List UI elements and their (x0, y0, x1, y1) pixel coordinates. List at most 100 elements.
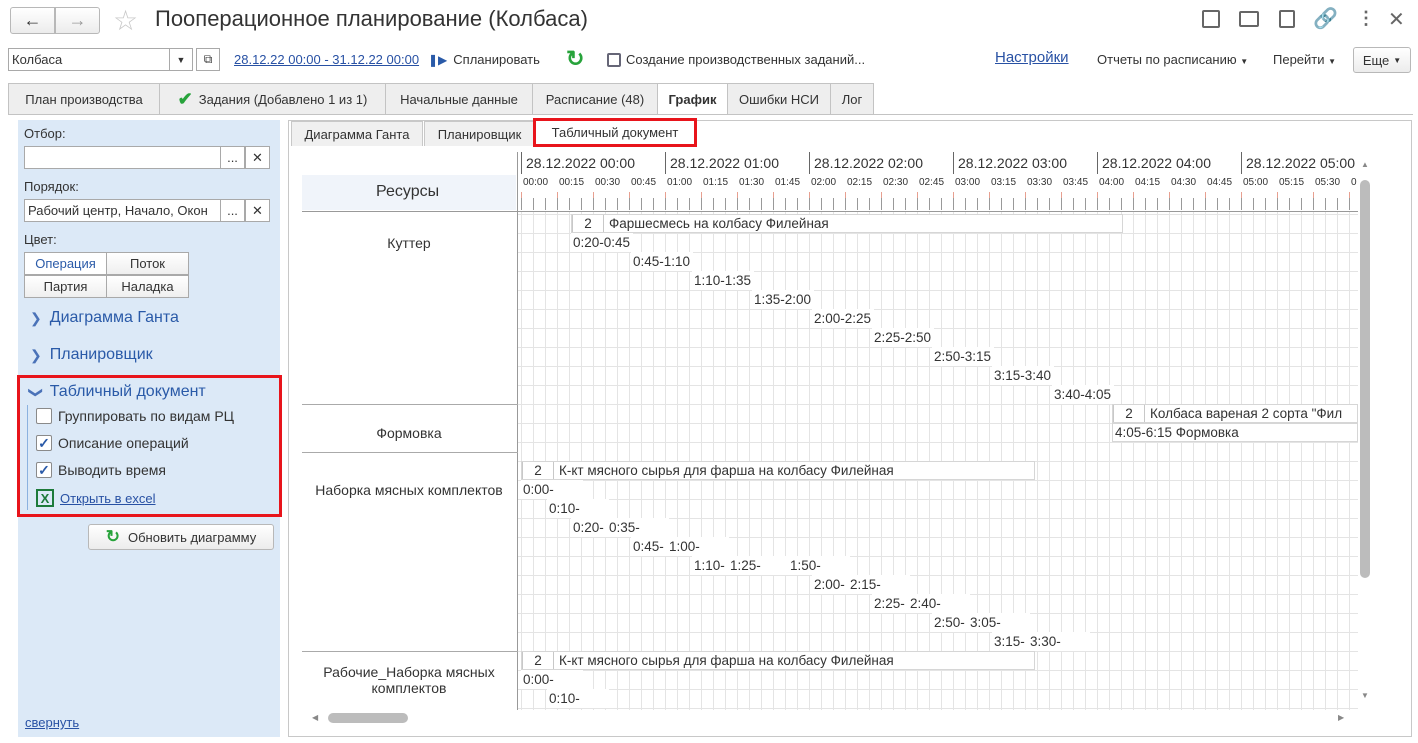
product-open-button[interactable]: ⧉ (196, 48, 220, 71)
open-window-icon: ⧉ (203, 52, 213, 66)
product-field[interactable]: Колбаса (8, 48, 170, 71)
gantt-bar: 2:40- (908, 594, 970, 613)
tick-label: 02:30 (883, 177, 909, 188)
group-gantt[interactable]: ❯ Диаграмма Ганта (30, 309, 179, 327)
scroll-right-icon[interactable]: ▶ (1338, 713, 1344, 722)
more-vertical-icon[interactable]: ⋮ (1357, 8, 1375, 29)
bar-label: 3:30- (1030, 634, 1061, 649)
describe-operations-label: Описание операций (58, 435, 189, 451)
minor-tick (689, 198, 690, 210)
describe-operations-checkbox[interactable]: ✓ (36, 435, 52, 451)
minor-tick (1097, 198, 1098, 210)
gantt-bar: 1:35-2:00 ( (752, 290, 814, 309)
scroll-left-icon[interactable]: ◀ (312, 713, 318, 722)
color-label: Цвет: (24, 232, 57, 247)
bar-label: 1:00- (669, 539, 700, 554)
group-planner[interactable]: ❯ Планировщик (30, 346, 153, 364)
refresh-icon[interactable]: ↻ (566, 46, 584, 72)
favorite-star-icon[interactable]: ☆ (113, 4, 138, 37)
print-icon[interactable] (1239, 11, 1259, 27)
bar-label: 3:40-4:05 ( (1054, 387, 1114, 402)
gantt-bar: 3:40-4:05 ( (1052, 385, 1114, 404)
minor-tick (881, 198, 882, 210)
tab-log[interactable]: Лог (830, 83, 874, 114)
close-window-icon[interactable]: ✕ (1388, 7, 1405, 32)
minor-tick (821, 198, 822, 210)
bar-label: 0:00- (523, 482, 554, 497)
subtab-table-document[interactable]: Табличный документ (533, 118, 697, 147)
tick-label: 00:00 (523, 177, 549, 188)
tab-chart[interactable]: График (657, 83, 728, 115)
horizontal-scrollbar[interactable] (328, 713, 408, 723)
bar-label: К-кт мясного сырья для фарша на колбасу … (559, 463, 894, 478)
tick-label: 03:30 (1027, 177, 1053, 188)
tick-label: 04:00 (1099, 177, 1125, 188)
minor-tick (581, 198, 582, 210)
resource-name: Наборка мясных комплектов (315, 482, 503, 498)
reports-dropdown[interactable]: Отчеты по расписанию ▼ (1097, 52, 1248, 67)
link-icon[interactable]: 🔗 (1313, 6, 1338, 31)
bar-label: 1:10-1:35 ( (694, 273, 754, 288)
order-select-button[interactable]: ... (220, 199, 245, 222)
back-button[interactable]: ← (10, 7, 55, 34)
minor-tick (905, 198, 906, 210)
minor-tick (869, 198, 870, 210)
save-icon (607, 52, 621, 67)
open-excel-link[interactable]: Открыть в excel (60, 491, 156, 506)
minor-tick (1025, 198, 1026, 210)
plan-button[interactable]: ❚▶ Спланировать (428, 52, 540, 67)
subtab-planner[interactable]: Планировщик (424, 121, 535, 146)
bar-label: 3:15- (994, 634, 1025, 649)
more-button[interactable]: Еще ▼ (1353, 47, 1411, 73)
filter-select-button[interactable]: ... (220, 146, 245, 169)
tick-label: 05:30 (1315, 177, 1341, 188)
group-table-document[interactable]: ❯ Табличный документ (28, 383, 205, 401)
color-option-batch[interactable]: Партия (24, 275, 107, 298)
order-input[interactable]: Рабочий центр, Начало, Окон (24, 199, 221, 222)
chevron-right-icon: ❯ (30, 346, 42, 363)
tab-tasks[interactable]: ✔ Задания (Добавлено 1 из 1) (159, 83, 386, 114)
scroll-down-icon[interactable]: ▼ (1361, 691, 1369, 700)
show-time-checkbox[interactable]: ✓ (36, 462, 52, 478)
preview-icon[interactable] (1279, 10, 1295, 28)
bar-label: Колбаса вареная 2 сорта "Фил (1150, 406, 1343, 421)
refresh-diagram-button[interactable]: ↻ Обновить диаграмму (88, 524, 274, 550)
filter-input[interactable] (24, 146, 221, 169)
bar-label: 2:00- (814, 577, 845, 592)
bar-quantity: 2 (1113, 405, 1145, 422)
minor-tick (1061, 198, 1062, 210)
collapse-link[interactable]: свернуть (25, 715, 79, 730)
tab-schedule[interactable]: Расписание (48) (532, 83, 658, 114)
filter-clear-button[interactable]: ✕ (245, 146, 270, 169)
checkmark-icon: ✓ (38, 461, 50, 478)
order-clear-button[interactable]: ✕ (245, 199, 270, 222)
scroll-up-icon[interactable]: ▲ (1361, 160, 1369, 169)
tab-initial-data[interactable]: Начальные данные (385, 83, 533, 114)
color-option-setup[interactable]: Наладка (106, 275, 189, 298)
bar-label: 2:40- (910, 596, 941, 611)
group-by-wc-checkbox[interactable] (36, 408, 52, 424)
period-link[interactable]: 28.12.22 00:00 - 31.12.22 00:00 (234, 52, 419, 67)
minor-tick (665, 198, 666, 210)
tick-label: 01:00 (667, 177, 693, 188)
tab-nsi-errors[interactable]: Ошибки НСИ (727, 83, 831, 114)
order-label: Порядок: (24, 179, 79, 194)
minor-tick (701, 198, 702, 210)
bar-label: 0:10- (549, 501, 580, 516)
tab-production-plan[interactable]: План производства (8, 83, 160, 114)
create-tasks-button[interactable]: Создание производственных заданий... (607, 52, 865, 67)
bar-label: 0:20- (573, 520, 604, 535)
goto-dropdown[interactable]: Перейти ▼ (1273, 52, 1336, 67)
settings-link[interactable]: Настройки (995, 49, 1069, 66)
save-icon[interactable] (1202, 10, 1220, 28)
tick-label: 01:15 (703, 177, 729, 188)
color-option-operation[interactable]: Операция (24, 252, 107, 275)
forward-button[interactable]: → (55, 7, 100, 34)
vertical-scrollbar[interactable] (1360, 180, 1370, 578)
minor-tick (1181, 198, 1182, 210)
minor-tick (713, 198, 714, 210)
bar-quantity: 2 (572, 215, 604, 232)
product-dropdown-button[interactable]: ▼ (169, 48, 193, 71)
subtab-gantt[interactable]: Диаграмма Ганта (291, 121, 423, 146)
color-option-flow[interactable]: Поток (106, 252, 189, 275)
